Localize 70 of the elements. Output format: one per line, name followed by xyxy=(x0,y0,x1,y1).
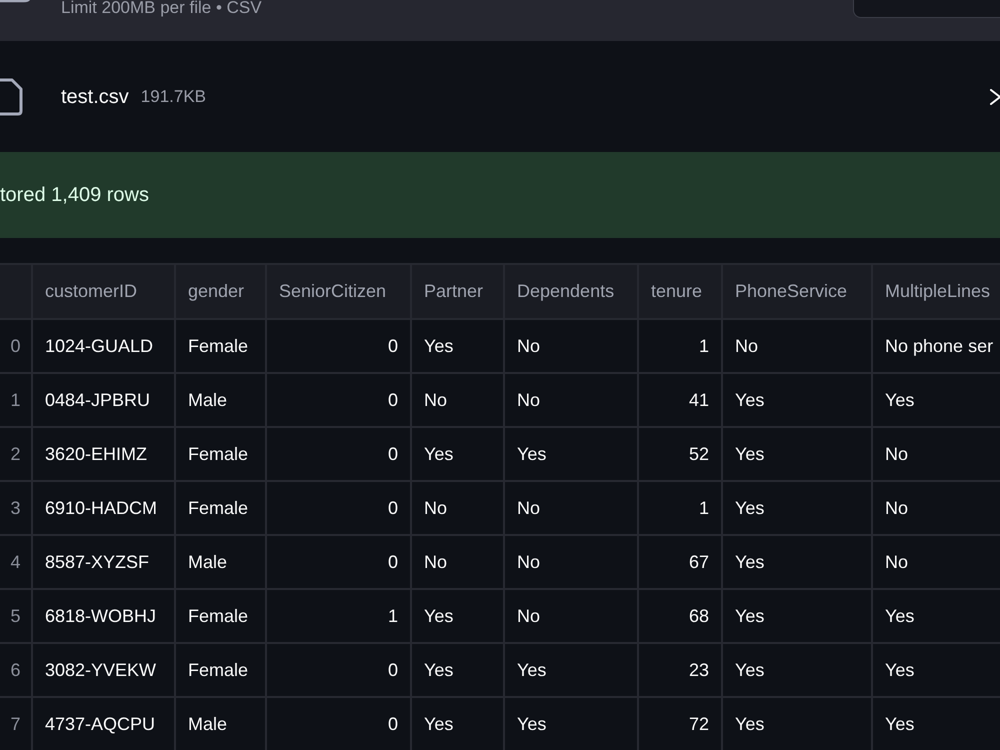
table-cell: 52 xyxy=(638,427,722,481)
table-cell: Yes xyxy=(722,535,872,589)
table-cell: Yes xyxy=(722,427,872,481)
column-header[interactable]: Partner xyxy=(411,264,504,319)
row-index: 4 xyxy=(0,535,32,589)
row-index: 6 xyxy=(0,643,32,697)
table-cell: 0 xyxy=(266,427,411,481)
table-cell: 0 xyxy=(266,643,411,697)
table-cell: 1 xyxy=(266,589,411,643)
table-cell: No xyxy=(411,535,504,589)
table-cell: Yes xyxy=(411,319,504,373)
table-cell: 23 xyxy=(638,643,722,697)
row-index: 1 xyxy=(0,373,32,427)
column-header[interactable]: Dependents xyxy=(504,264,638,319)
table-cell: 0 xyxy=(266,373,411,427)
file-limit-text: Limit 200MB per file • CSV xyxy=(61,0,262,18)
alert-message: tored 1,409 rows xyxy=(0,183,149,208)
table-cell: 8587-XYZSF xyxy=(32,535,175,589)
row-index: 0 xyxy=(0,319,32,373)
table-cell: No xyxy=(504,481,638,535)
file-icon xyxy=(0,78,23,116)
row-index: 5 xyxy=(0,589,32,643)
table-cell: Female xyxy=(175,481,266,535)
table-cell: No xyxy=(504,589,638,643)
table-cell: 67 xyxy=(638,535,722,589)
table-cell: Yes xyxy=(722,643,872,697)
table-cell: 0484-JPBRU xyxy=(32,373,175,427)
table-cell: Female xyxy=(175,427,266,481)
table-cell: Yes xyxy=(722,589,872,643)
file-name: test.csv xyxy=(61,84,129,110)
table-cell: Yes xyxy=(722,481,872,535)
table-cell: Yes xyxy=(411,643,504,697)
column-header[interactable]: PhoneService xyxy=(722,264,872,319)
table-cell: 1 xyxy=(638,319,722,373)
table-cell: 68 xyxy=(638,589,722,643)
table-cell: Yes xyxy=(411,427,504,481)
table-cell: No xyxy=(411,373,504,427)
table-cell: Female xyxy=(175,319,266,373)
table-cell: 1 xyxy=(638,481,722,535)
table-cell: Yes xyxy=(504,643,638,697)
file-size: 191.7KB xyxy=(140,86,206,108)
row-index: 2 xyxy=(0,427,32,481)
column-header[interactable]: MultipleLines xyxy=(872,264,1000,319)
column-header[interactable]: customerID xyxy=(32,264,175,319)
table-cell: 1024-GUALD xyxy=(32,319,175,373)
table-cell: 0 xyxy=(266,481,411,535)
table-cell: 6910-HADCM xyxy=(32,481,175,535)
table-cell: No xyxy=(504,319,638,373)
table-cell: 0 xyxy=(266,319,411,373)
column-header[interactable]: tenure xyxy=(638,264,722,319)
table-cell: No xyxy=(504,373,638,427)
table-cell: No xyxy=(722,319,872,373)
table-cell: No xyxy=(504,535,638,589)
table-cell: Yes xyxy=(504,427,638,481)
table-cell: Female xyxy=(175,643,266,697)
table-cell: Female xyxy=(175,589,266,643)
table-cell: 41 xyxy=(638,373,722,427)
table-cell: No xyxy=(411,481,504,535)
table-cell: 6818-WOBHJ xyxy=(32,589,175,643)
table-cell: Yes xyxy=(722,373,872,427)
close-icon[interactable] xyxy=(990,88,1000,104)
table-cell: 0 xyxy=(266,535,411,589)
column-header[interactable]: gender xyxy=(175,264,266,319)
table-cell: Yes xyxy=(411,589,504,643)
column-header[interactable]: SeniorCitizen xyxy=(266,264,411,319)
table-cell: 3620-EHIMZ xyxy=(32,427,175,481)
table-cell: 3082-YVEKW xyxy=(32,643,175,697)
table-cell: Male xyxy=(175,373,266,427)
table-cell: Male xyxy=(175,535,266,589)
row-index: 3 xyxy=(0,481,32,535)
